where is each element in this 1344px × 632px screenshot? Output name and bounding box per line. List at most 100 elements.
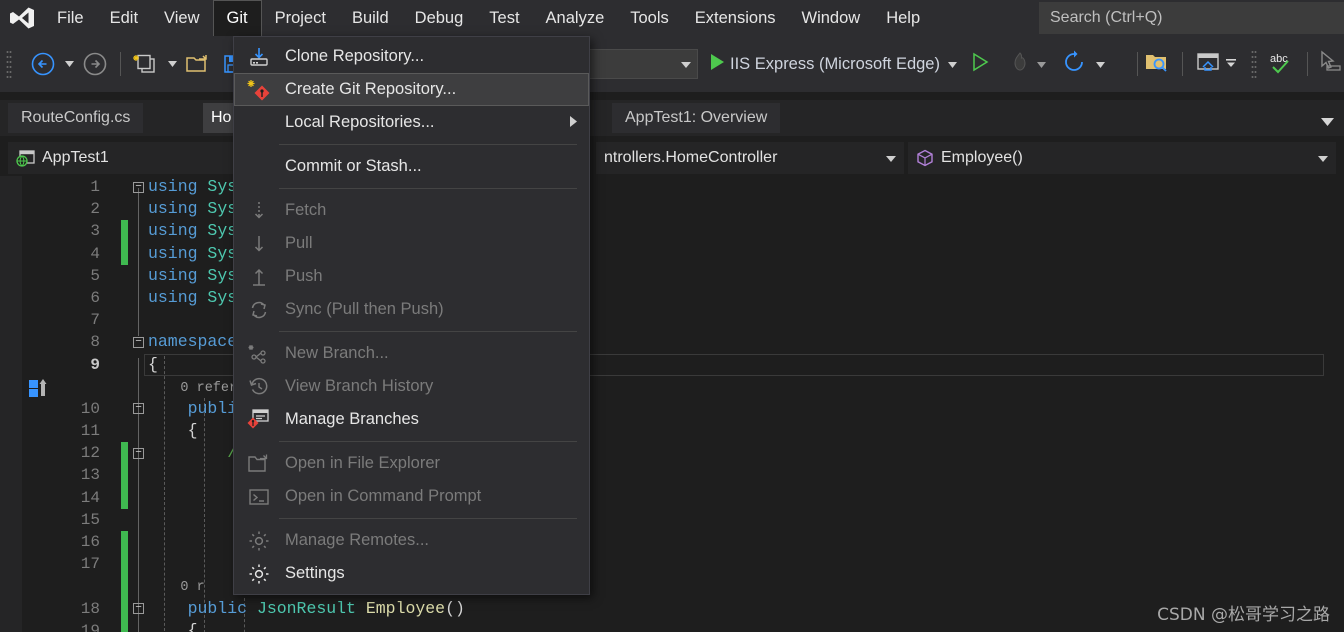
menu-git[interactable]: Git xyxy=(212,0,262,36)
line-number: 12 xyxy=(80,444,100,463)
code-line[interactable]: 0 r xyxy=(0,575,1344,598)
git-menu-item-commit-or-stash[interactable]: Commit or Stash... xyxy=(234,150,589,183)
git-menu-item-label: Manage Remotes... xyxy=(285,531,429,549)
git-menu-item-label: Settings xyxy=(285,564,345,582)
start-debug-play-icon[interactable] xyxy=(708,52,726,77)
code-fold-toggle-icon[interactable]: − xyxy=(133,181,144,193)
code-line[interactable]: 13 xyxy=(0,464,1344,487)
code-line[interactable]: 2 using Syst xyxy=(0,198,1344,220)
menu-debug[interactable]: Debug xyxy=(402,0,477,36)
menu-view[interactable]: View xyxy=(151,0,212,36)
menu-edit[interactable]: Edit xyxy=(97,0,151,36)
git-menu-item-label: Pull xyxy=(285,234,313,252)
code-line[interactable]: 14 xyxy=(0,486,1344,509)
code-line[interactable]: 4 using Syst xyxy=(0,242,1344,265)
hot-reload-dropdown-icon[interactable] xyxy=(1036,55,1046,73)
menu-bar: File Edit View Git Project Build Debug Test Anal… xyxy=(0,0,1344,36)
code-line[interactable]: 11 { xyxy=(0,420,1344,442)
new-project-dropdown-icon[interactable] xyxy=(164,36,180,92)
code-line[interactable]: 5 using Syst xyxy=(0,265,1344,287)
restart-dropdown-icon[interactable] xyxy=(1095,55,1105,73)
editor-vertical-scrollbar[interactable] xyxy=(1328,352,1344,632)
navbar-member-chevron-down-icon[interactable] xyxy=(1306,149,1328,167)
code-fold-toggle-icon[interactable]: − xyxy=(133,447,144,459)
menu-label: Help xyxy=(886,8,921,27)
pointer-select-icon[interactable] xyxy=(1318,50,1344,79)
menu-label: View xyxy=(164,8,200,27)
navbar-class-chevron-down-icon[interactable] xyxy=(874,149,896,167)
code-line[interactable]: 9{ xyxy=(0,353,1344,376)
code-lines-container: 1− using Syst 2 using Syst 3 using Syst 4 using… xyxy=(0,176,1344,632)
menu-help[interactable]: Help xyxy=(873,0,933,36)
git-menu-item-clone-repository[interactable]: Clone Repository... xyxy=(234,40,589,73)
code-line[interactable]: 18 − public JsonResult Employee() xyxy=(0,597,1344,620)
menu-tools[interactable]: Tools xyxy=(617,0,682,36)
folder-open-icon xyxy=(246,453,272,475)
start-debug-label[interactable]: IIS Express (Microsoft Edge) xyxy=(730,55,940,74)
submenu-chevron-right-icon xyxy=(570,115,577,130)
menu-build[interactable]: Build xyxy=(339,0,402,36)
folder-search-icon[interactable] xyxy=(1144,50,1170,79)
git-menu-item-local-repositories[interactable]: Local Repositories... xyxy=(234,106,589,139)
code-line[interactable]: 3 using Syst xyxy=(0,220,1344,243)
git-menu-item-create-git-repository[interactable]: Create Git Repository... xyxy=(234,73,589,106)
code-fold-toggle-icon[interactable]: − xyxy=(133,336,144,348)
git-menu-item-manage-remotes: Manage Remotes... xyxy=(234,524,589,557)
toolbar-separator xyxy=(120,52,121,76)
code-line[interactable]: 16 xyxy=(0,531,1344,554)
line-change-indicator xyxy=(121,486,128,509)
code-line[interactable]: 0 referen xyxy=(0,376,1344,398)
navigate-backward-dropdown-icon[interactable] xyxy=(61,36,77,92)
spell-check-abc-icon[interactable]: abc xyxy=(1269,50,1297,79)
git-menu-item-label: New Branch... xyxy=(285,344,389,362)
git-menu-item-manage-branches[interactable]: Manage Branches xyxy=(234,403,589,436)
code-line[interactable]: 6 using Syst xyxy=(0,287,1344,309)
navbar-member-selector[interactable]: Employee() xyxy=(908,142,1336,174)
start-debug-dropdown-icon[interactable] xyxy=(947,55,957,73)
global-search-input[interactable]: Search (Ctrl+Q) xyxy=(1039,2,1344,34)
code-fold-toggle-icon[interactable]: − xyxy=(133,403,144,415)
open-file-icon[interactable] xyxy=(180,36,217,92)
start-without-debugging-icon[interactable] xyxy=(971,52,989,77)
new-project-icon[interactable] xyxy=(128,36,164,92)
window-home-preview-icon[interactable] xyxy=(1195,50,1221,79)
toolbar-grip-handle-2[interactable] xyxy=(1245,36,1263,92)
restart-refresh-icon[interactable] xyxy=(1062,50,1086,79)
git-dropdown-menu: Clone Repository... Create Git Repository… xyxy=(233,36,590,595)
code-line[interactable]: 1− using Syst xyxy=(0,176,1344,198)
menu-extensions[interactable]: Extensions xyxy=(682,0,789,36)
navigate-forward-icon[interactable] xyxy=(77,36,113,92)
menu-project[interactable]: Project xyxy=(262,0,339,36)
line-number: 2 xyxy=(90,200,100,219)
toolbar-grip-handle[interactable] xyxy=(0,36,18,92)
git-menu-item-settings[interactable]: Settings xyxy=(234,557,589,590)
tab-apptest1-overview[interactable]: AppTest1: Overview xyxy=(612,103,781,133)
navigate-backward-icon[interactable] xyxy=(18,36,61,92)
code-line[interactable]: 8 − namespace xyxy=(0,331,1344,353)
menu-analyze[interactable]: Analyze xyxy=(533,0,618,36)
code-line[interactable]: 7 xyxy=(0,309,1344,331)
line-number: 18 xyxy=(80,599,100,618)
code-line-text: { xyxy=(148,620,198,632)
platform-combo-chevron-down-icon[interactable] xyxy=(681,55,691,73)
tab-routeconfig[interactable]: RouteConfig.cs xyxy=(8,103,144,133)
clone-download-icon xyxy=(246,46,272,68)
terminal-icon xyxy=(246,486,272,508)
preview-dropdown-icon[interactable] xyxy=(1225,55,1237,73)
code-line[interactable]: 17 xyxy=(0,553,1344,576)
code-line[interactable]: 12− // xyxy=(0,442,1344,465)
code-line[interactable]: 15 xyxy=(0,509,1344,531)
menu-window[interactable]: Window xyxy=(789,0,874,36)
code-line[interactable]: 10− public xyxy=(0,398,1344,420)
code-fold-toggle-icon[interactable]: − xyxy=(133,603,144,615)
hot-reload-flame-icon[interactable] xyxy=(1009,51,1031,78)
code-editor[interactable]: 1− using Syst 2 using Syst 3 using Syst 4 using… xyxy=(0,176,1344,632)
navbar-class-selector[interactable]: ntrollers.HomeController xyxy=(596,142,904,174)
tab-list-chevron-down-icon[interactable] xyxy=(1321,113,1334,131)
gear-icon xyxy=(246,530,272,552)
menu-test[interactable]: Test xyxy=(476,0,532,36)
code-line[interactable]: 19 { xyxy=(0,619,1344,632)
menu-file[interactable]: File xyxy=(44,0,97,36)
git-menu-item-sync-pull-then-push: Sync (Pull then Push) xyxy=(234,293,589,326)
menu-items-container: File Edit View Git Project Build Debug Test Anal… xyxy=(44,0,933,36)
